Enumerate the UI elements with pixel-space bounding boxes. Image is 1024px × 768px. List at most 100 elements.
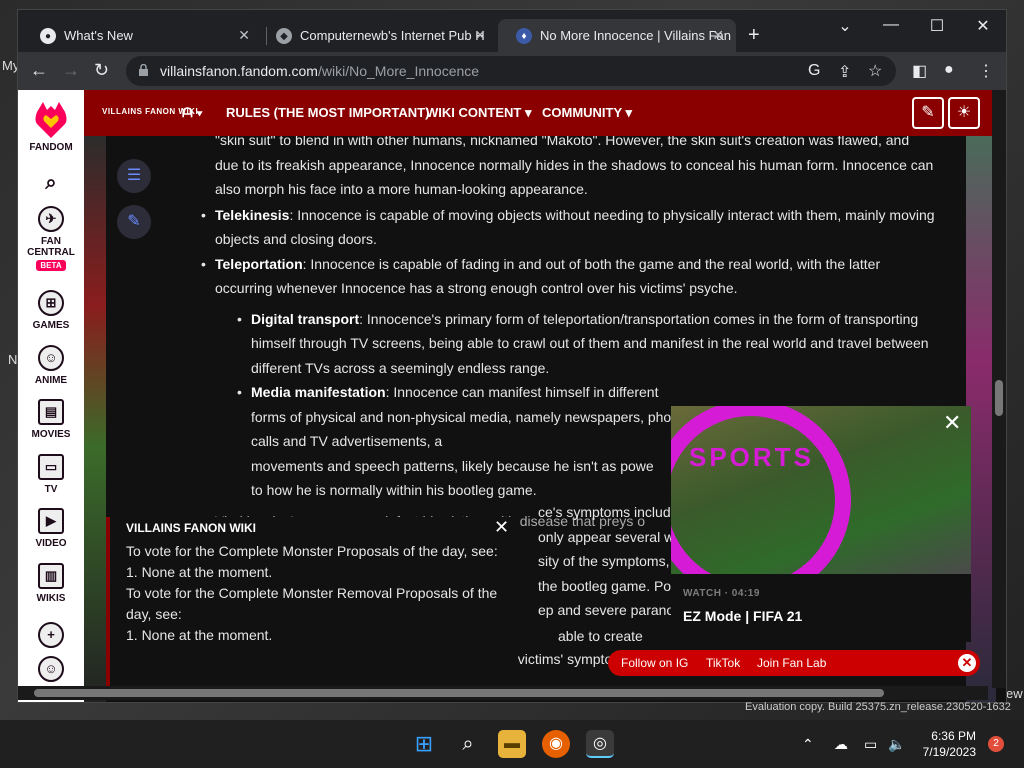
tab-strip: ● What's New ✕ ◆ Computernewb's Internet… [18, 10, 1006, 52]
url-text: villainsfanon.fandom.com/wiki/No_More_In… [160, 63, 480, 79]
wiki-notification-panel: VILLAINS FANON WIKI ✕ To vote for the Co… [106, 517, 518, 692]
nav-community[interactable]: COMMUNITY ▾ [542, 105, 632, 121]
gamepad-icon: ⊞ [38, 290, 64, 316]
notice-line: 1. None at the moment. [126, 564, 273, 580]
star-bookmark-icon[interactable]: ☆ [868, 61, 882, 81]
search-icon[interactable]: ⌕ [18, 172, 84, 195]
search-icon[interactable]: ⌕ [454, 730, 482, 758]
fandom-global-nav: FANDOM ⌕ ✈ FAN CENTRAL BETA ⊞ GAMES ☺ AN… [18, 90, 84, 702]
beta-badge: BETA [36, 260, 66, 271]
profile-icon[interactable]: ● [944, 61, 954, 79]
tv-icon: ▭ [38, 454, 64, 480]
new-tab-plus-icon[interactable]: + [748, 24, 760, 47]
rail-tv[interactable]: ▭ TV [18, 454, 84, 495]
file-explorer-icon[interactable]: ▬ [498, 730, 526, 758]
address-bar[interactable]: villainsfanon.fandom.com/wiki/No_More_In… [126, 56, 896, 86]
ea-logo-ring [671, 406, 851, 574]
vertical-scrollbar[interactable] [992, 90, 1006, 688]
tab-no-more-innocence[interactable]: ♦ No More Innocence | Villains Fan ✕ [498, 19, 736, 52]
book-icon: ▥ [38, 563, 64, 589]
chevron-down-icon[interactable]: ⌄ [822, 16, 868, 36]
display-icon[interactable]: ▭ [864, 736, 877, 753]
anime-face-icon: ☺ [38, 345, 64, 371]
evaluation-watermark: Evaluation copy. Build 25375.zn_release.… [745, 701, 1011, 713]
tab-title: Computernewb's Internet Pub H [300, 28, 485, 43]
tab-title: No More Innocence | Villains Fan [540, 28, 732, 43]
rail-wikis[interactable]: ▥ WIKIS [18, 563, 84, 604]
chrome-taskbar-icon[interactable]: ◎ [586, 730, 614, 758]
close-icon[interactable]: ✕ [712, 27, 724, 44]
side-panel-icon[interactable]: ◧ [912, 61, 927, 81]
clapperboard-icon: ▤ [38, 399, 64, 425]
horizontal-scrollbar[interactable] [18, 686, 988, 700]
theme-toggle-sun-icon[interactable]: ☀ [948, 97, 980, 129]
video-player[interactable]: SPORTS ✕ WATCH · 04:19 EZ Mode | FIFA 21 [671, 406, 971, 642]
video-thumbnail[interactable]: SPORTS [671, 406, 971, 574]
rail-video[interactable]: ▶ VIDEO [18, 508, 84, 549]
close-icon[interactable]: ✕ [474, 27, 486, 44]
notification-count-badge[interactable]: 2 [988, 736, 1004, 752]
close-icon[interactable]: ✕ [238, 27, 250, 44]
rail-anime[interactable]: ☺ ANIME [18, 345, 84, 386]
tiktok-link[interactable]: TikTok [706, 656, 740, 670]
tab-title: What's New [64, 28, 133, 43]
volume-icon[interactable]: 🔈 [888, 736, 905, 753]
nav-rules[interactable]: RULES (THE MOST IMPORTANT) [226, 105, 429, 120]
follow-ig-link[interactable]: Follow on IG [621, 656, 688, 670]
notice-line: To vote for the Complete Monster Proposa… [126, 543, 498, 559]
edit-pencil-icon[interactable]: ✎ [117, 205, 151, 239]
fandom-favicon-icon: ♦ [516, 28, 532, 44]
network-icon[interactable]: ☁ [834, 736, 848, 753]
wiki-header: VILLAINS FANON WIKI ᗩ ▾ RULES (THE MOST … [84, 90, 1006, 136]
menu-kebab-icon[interactable]: ⋮ [978, 61, 994, 81]
table-of-contents-icon[interactable]: ☰ [117, 159, 151, 193]
rail-movies[interactable]: ▤ MOVIES [18, 399, 84, 440]
back-arrow-icon[interactable]: ← [30, 60, 48, 81]
video-title[interactable]: EZ Mode | FIFA 21 [683, 608, 802, 624]
reload-icon[interactable]: ↻ [94, 60, 109, 81]
chevron-up-icon[interactable]: ⌃ [802, 736, 814, 753]
explore-menu-icon[interactable]: ᗩ ▾ [182, 105, 203, 121]
system-clock[interactable]: 6:36 PM 7/19/2023 [920, 728, 976, 760]
tab-computernewb[interactable]: ◆ Computernewb's Internet Pub H ✕ [258, 19, 498, 52]
rail-games[interactable]: ⊞ GAMES [18, 290, 84, 331]
join-fan-lab-link[interactable]: Join Fan Lab [757, 656, 826, 670]
rocket-icon: ✈ [38, 206, 64, 232]
background-art [84, 136, 106, 702]
user-avatar-icon[interactable]: ☺ [18, 656, 84, 686]
minimize-icon[interactable]: — [868, 16, 914, 34]
desktop-label: N [8, 352, 18, 367]
notice-line: 1. None at the moment. [126, 627, 273, 643]
tab-whats-new[interactable]: ● What's New ✕ [22, 19, 262, 52]
lock-icon [139, 64, 148, 76]
window-close-icon[interactable]: ✕ [960, 16, 1006, 36]
close-icon[interactable]: ✕ [943, 410, 961, 436]
occluded-text: able to create [558, 628, 643, 644]
notice-title: VILLAINS FANON WIKI [126, 521, 256, 535]
discussions-icon[interactable]: ✎ [912, 97, 944, 129]
windows-start-icon[interactable]: ⊞ [410, 730, 438, 758]
close-icon[interactable]: ✕ [494, 517, 509, 538]
firefox-icon[interactable]: ◉ [542, 730, 570, 758]
fandom-logo[interactable]: FANDOM [18, 98, 84, 153]
share-icon[interactable]: ⇪ [838, 62, 851, 82]
social-bar: Follow on IG TikTok Join Fan Lab ✕ [608, 650, 980, 676]
list-item: Telekinesis: Innocence is capable of mov… [201, 203, 935, 252]
desktop-label: ew [1006, 686, 1023, 701]
scrollbar-thumb[interactable] [995, 380, 1003, 416]
rail-fan-central[interactable]: ✈ FAN CENTRAL BETA [18, 206, 84, 271]
nav-wiki-content[interactable]: WIKI CONTENT ▾ [426, 105, 531, 121]
maximize-icon[interactable]: ☐ [914, 16, 960, 36]
play-icon: ▶ [38, 508, 64, 534]
forward-arrow-icon[interactable]: → [62, 60, 80, 81]
google-icon[interactable]: G [808, 62, 820, 80]
occluded-text: ce's symptoms include only appear severa… [538, 504, 688, 618]
scrollbar-thumb[interactable] [34, 689, 884, 697]
paragraph: "skin suit" to blend in with other human… [215, 136, 934, 197]
video-duration: WATCH · 04:19 [683, 588, 760, 599]
video-brand-text: SPORTS [689, 442, 814, 472]
close-icon[interactable]: ✕ [958, 654, 976, 672]
list-item: Media manifestation: Innocence can manif… [237, 380, 691, 454]
add-icon[interactable]: + [18, 622, 84, 652]
fandom-heart-icon [35, 102, 67, 138]
